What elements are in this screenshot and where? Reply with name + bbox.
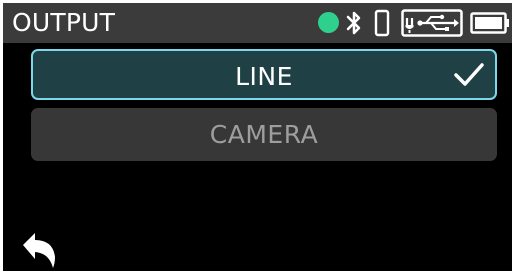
- back-arrow-icon[interactable]: [19, 231, 59, 269]
- option-label: CAMERA: [209, 120, 319, 149]
- output-option-camera[interactable]: CAMERA: [31, 108, 497, 161]
- bluetooth-icon: [346, 11, 361, 35]
- battery-icon: [470, 12, 509, 34]
- output-option-line[interactable]: LINE: [31, 49, 497, 100]
- status-bar: OUTPUT: [3, 3, 512, 43]
- phone-icon: [374, 9, 390, 37]
- device-screen: OUTPUT LINE CAMERA: [3, 3, 512, 271]
- status-indicator-dot: [318, 12, 339, 33]
- usb-power-icon: [401, 9, 463, 37]
- page-title: OUTPUT: [12, 8, 116, 37]
- checkmark-icon: [454, 63, 484, 86]
- option-label: LINE: [235, 62, 293, 91]
